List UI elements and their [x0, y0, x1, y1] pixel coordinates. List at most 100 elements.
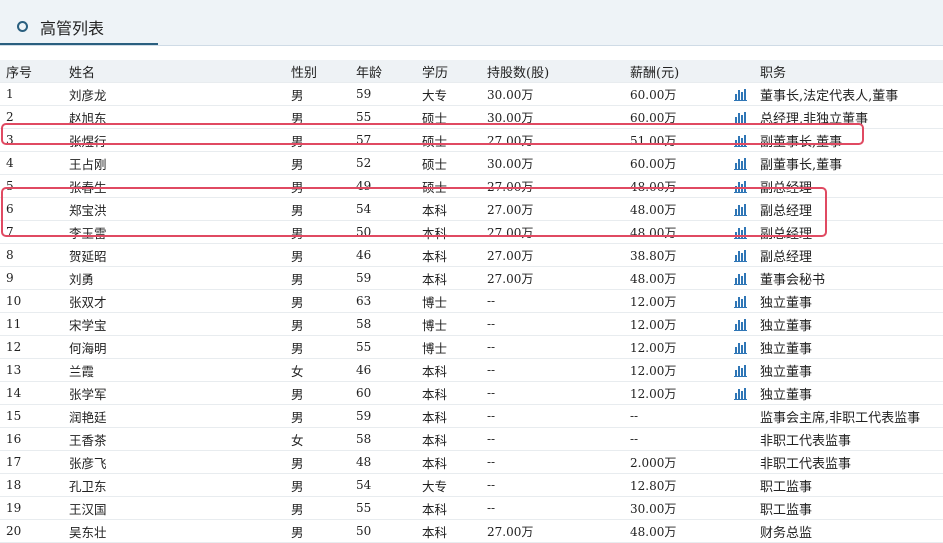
cell-gender: 男	[285, 266, 350, 290]
cell-no: 7	[0, 220, 63, 244]
bar-chart-icon[interactable]	[734, 112, 747, 124]
bar-chart-icon[interactable]	[734, 273, 747, 285]
cell-chart	[728, 496, 754, 520]
table-row: 6 郑宝洪男 54 本科 27.00万 48.00万 副总经理	[0, 197, 943, 221]
cell-chart[interactable]	[728, 289, 754, 313]
col-header-age: 年龄	[350, 60, 416, 83]
cell-name: 孔卫东	[63, 473, 285, 497]
col-header-education: 学历	[416, 60, 481, 83]
cell-chart[interactable]	[728, 128, 754, 152]
cell-shares: --	[481, 427, 624, 451]
bar-chart-icon[interactable]	[734, 319, 747, 331]
cell-chart[interactable]	[728, 197, 754, 221]
cell-salary: 51.00万	[624, 128, 728, 152]
bar-chart-icon[interactable]	[734, 296, 747, 308]
cell-chart[interactable]	[728, 312, 754, 336]
cell-position: 独立董事	[754, 289, 943, 313]
cell-gender: 男	[285, 404, 350, 428]
bar-chart-icon[interactable]	[734, 250, 747, 262]
cell-position: 财务总监	[754, 519, 943, 543]
cell-age: 50	[350, 220, 416, 244]
cell-education: 本科	[416, 197, 481, 221]
cell-shares: 27.00万	[481, 174, 624, 198]
bar-chart-icon[interactable]	[734, 227, 747, 239]
cell-gender: 女	[285, 427, 350, 451]
bar-chart-icon[interactable]	[734, 181, 747, 193]
cell-gender: 男	[285, 151, 350, 175]
cell-shares: --	[481, 473, 624, 497]
cell-name: 润艳廷	[63, 404, 285, 428]
cell-chart[interactable]	[728, 105, 754, 129]
cell-chart[interactable]	[728, 358, 754, 382]
col-header-position: 职务	[754, 60, 943, 83]
cell-chart[interactable]	[728, 82, 754, 106]
panel-title-tab: 高管列表	[0, 0, 158, 45]
table-row: 9 刘勇男 59 本科 27.00万 48.00万 董事会秘书	[0, 266, 943, 290]
table-row: 1 刘彦龙男 59 大专 30.00万 60.00万 董事长,法定代表人,董事	[0, 82, 943, 106]
cell-position: 监事会主席,非职工代表监事	[754, 404, 943, 428]
cell-chart[interactable]	[728, 243, 754, 267]
cell-chart[interactable]	[728, 174, 754, 198]
table-row: 12 何海明男 55 博士 -- 12.00万 独立董事	[0, 335, 943, 359]
cell-chart	[728, 473, 754, 497]
cell-position: 副总经理	[754, 243, 943, 267]
cell-education: 本科	[416, 496, 481, 520]
cell-name: 张双才	[63, 289, 285, 313]
cell-education: 博士	[416, 312, 481, 336]
cell-age: 52	[350, 151, 416, 175]
cell-age: 55	[350, 105, 416, 129]
bar-chart-icon[interactable]	[734, 365, 747, 377]
cell-age: 58	[350, 427, 416, 451]
cell-chart[interactable]	[728, 151, 754, 175]
cell-gender: 男	[285, 496, 350, 520]
bar-chart-icon[interactable]	[734, 204, 747, 216]
cell-salary: 12.00万	[624, 335, 728, 359]
cell-name: 王占刚	[63, 151, 285, 175]
cell-gender: 男	[285, 381, 350, 405]
bar-chart-icon[interactable]	[734, 158, 747, 170]
table-row: 5 张春生男 49 硕士 27.00万 48.00万 副总经理	[0, 174, 943, 198]
table-row: 2 赵旭东男 55 硕士 30.00万 60.00万 总经理,非独立董事	[0, 105, 943, 129]
cell-name: 张彦飞	[63, 450, 285, 474]
cell-no: 14	[0, 381, 63, 405]
cell-shares: 30.00万	[481, 82, 624, 106]
table-row: 11 宋学宝男 58 博士 -- 12.00万 独立董事	[0, 312, 943, 336]
cell-no: 12	[0, 335, 63, 359]
cell-education: 本科	[416, 450, 481, 474]
cell-shares: --	[481, 404, 624, 428]
bar-chart-icon[interactable]	[734, 89, 747, 101]
col-header-no: 序号	[0, 60, 63, 83]
cell-position: 职工监事	[754, 473, 943, 497]
table-row: 17 张彦飞男 48 本科 -- 2.000万 非职工代表监事	[0, 450, 943, 474]
bar-chart-icon[interactable]	[734, 388, 747, 400]
cell-name: 郑宝洪	[63, 197, 285, 221]
cell-gender: 男	[285, 289, 350, 313]
cell-education: 硕士	[416, 105, 481, 129]
table-row: 7 李玉雷男 50 本科 27.00万 48.00万 副总经理	[0, 220, 943, 244]
cell-no: 1	[0, 82, 63, 106]
cell-position: 独立董事	[754, 358, 943, 382]
cell-shares: --	[481, 335, 624, 359]
cell-position: 总经理,非独立董事	[754, 105, 943, 129]
col-header-chart	[728, 60, 754, 83]
cell-gender: 男	[285, 174, 350, 198]
cell-chart[interactable]	[728, 335, 754, 359]
cell-education: 本科	[416, 404, 481, 428]
table-row: 18 孔卫东男 54 大专 -- 12.80万 职工监事	[0, 473, 943, 497]
cell-age: 59	[350, 82, 416, 106]
cell-chart[interactable]	[728, 381, 754, 405]
cell-gender: 男	[285, 243, 350, 267]
cell-shares: 27.00万	[481, 220, 624, 244]
cell-no: 13	[0, 358, 63, 382]
bar-chart-icon[interactable]	[734, 342, 747, 354]
table-row: 14 张学军男 60 本科 -- 12.00万 独立董事	[0, 381, 943, 405]
cell-salary: 12.00万	[624, 358, 728, 382]
cell-chart[interactable]	[728, 220, 754, 244]
cell-position: 非职工代表监事	[754, 427, 943, 451]
bar-chart-icon[interactable]	[734, 135, 747, 147]
cell-no: 11	[0, 312, 63, 336]
cell-no: 18	[0, 473, 63, 497]
cell-chart[interactable]	[728, 266, 754, 290]
cell-shares: 30.00万	[481, 151, 624, 175]
cell-chart	[728, 450, 754, 474]
